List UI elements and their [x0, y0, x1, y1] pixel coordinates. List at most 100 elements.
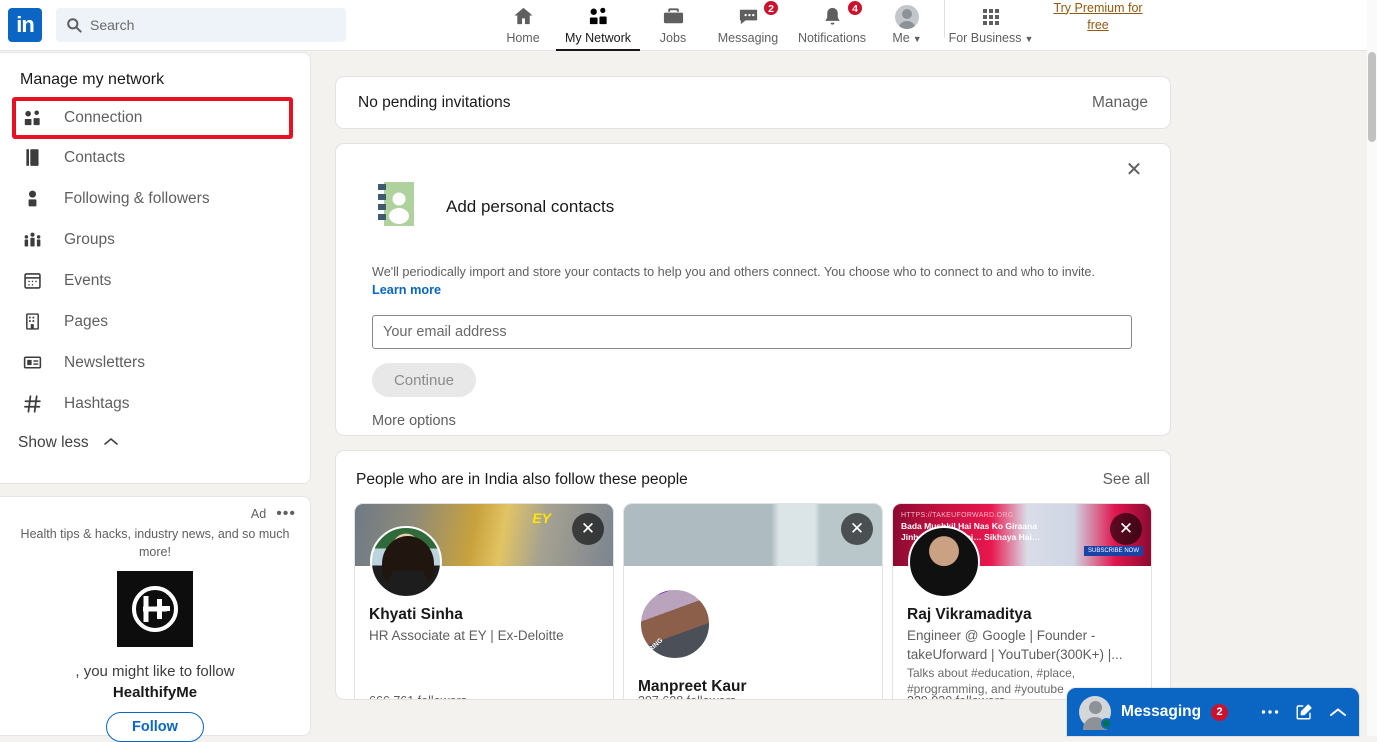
person-icon — [22, 188, 48, 209]
people-card-title: People who are in India also follow thes… — [356, 471, 688, 489]
chevron-up-icon[interactable] — [1329, 707, 1347, 718]
person-avatar — [370, 526, 442, 598]
page-scrollbar[interactable] — [1367, 0, 1377, 736]
nav-divider — [944, 0, 945, 38]
sidebar-label-newsletters: Newsletters — [64, 354, 145, 372]
dismiss-person-icon[interactable]: ✕ — [572, 513, 604, 545]
hashtag-icon — [22, 393, 48, 415]
invitations-status-text: No pending invitations — [358, 94, 511, 112]
ad-label: Ad — [251, 507, 266, 521]
dismiss-person-icon[interactable]: ✕ — [841, 513, 873, 545]
person-name: Khyati Sinha — [369, 606, 599, 624]
sidebar-item-contacts[interactable]: Contacts — [0, 137, 310, 178]
nav-items: Home My Network Jobs — [490, 0, 1153, 51]
sidebar-item-groups[interactable]: Groups — [0, 219, 310, 260]
subscribe-now-badge: SUBSCRIBE NOW — [1084, 546, 1143, 556]
address-book-icon — [372, 178, 424, 235]
follow-button[interactable]: Follow — [106, 712, 204, 742]
add-contacts-description-text: We'll periodically import and store your… — [372, 265, 1095, 279]
messaging-actions — [1261, 703, 1347, 721]
sidebar-item-connection[interactable]: Connection — [14, 99, 291, 137]
nav-item-jobs[interactable]: Jobs — [640, 0, 706, 51]
person-card[interactable]: ✕ Manpreet Kaur Giving out job opportuni… — [623, 503, 883, 700]
sidebar-label-following-followers: Following & followers — [64, 190, 210, 208]
person-avatar — [639, 588, 711, 660]
ellipsis-icon[interactable]: ••• — [276, 509, 296, 519]
nav-item-for-business[interactable]: For Business▼ — [949, 0, 1033, 51]
groups-icon — [22, 229, 48, 250]
messaging-widget[interactable]: Messaging 2 — [1067, 688, 1359, 736]
nav-label-me: Me — [892, 31, 909, 45]
sidebar-label-hashtags: Hashtags — [64, 395, 129, 413]
pending-invitations-card: No pending invitations Manage — [335, 76, 1171, 129]
person-card[interactable]: EY ✕ Khyati Sinha HR Associate at EY | E… — [354, 503, 614, 700]
avatar-icon — [895, 5, 919, 29]
ad-suggestion-prefix: , you might like to follow — [75, 663, 234, 680]
continue-button[interactable]: Continue — [372, 363, 476, 397]
manage-network-sidebar: Manage my network Connection Contacts Fo… — [0, 52, 311, 484]
ey-logo: EY — [532, 510, 551, 526]
newsletter-icon — [22, 352, 48, 373]
nav-item-my-network[interactable]: My Network — [556, 0, 640, 51]
more-options-link[interactable]: More options — [372, 413, 1134, 429]
sidebar-title: Manage my network — [0, 71, 310, 99]
sidebar-label-events: Events — [64, 272, 111, 290]
try-premium-link[interactable]: Try Premium for free — [1043, 0, 1153, 34]
person-card[interactable]: HTTPS://TAKEUFORWARD.ORG Bada Mushkil Ha… — [892, 503, 1152, 700]
people-card-row: EY ✕ Khyati Sinha HR Associate at EY | E… — [350, 503, 1156, 700]
add-contacts-description: We'll periodically import and store your… — [372, 263, 1132, 299]
advertiser-logo[interactable] — [117, 571, 193, 647]
nav-label-jobs: Jobs — [660, 31, 686, 45]
sidebar-item-pages[interactable]: Pages — [0, 301, 310, 342]
nav-label-notifications: Notifications — [798, 31, 866, 45]
person-followers: 666,761 followers — [369, 694, 467, 700]
linkedin-logo[interactable]: in — [8, 8, 42, 42]
briefcase-icon — [662, 5, 685, 29]
search-input[interactable] — [90, 17, 336, 33]
see-all-link[interactable]: See all — [1103, 471, 1150, 489]
sidebar-label-groups: Groups — [64, 231, 115, 249]
messaging-unread-badge: 2 — [1211, 704, 1228, 721]
person-avatar — [908, 526, 980, 598]
person-headline: Engineer @ Google | Founder - takeUforwa… — [907, 626, 1137, 664]
messaging-badge: 2 — [763, 0, 779, 16]
ellipsis-icon[interactable] — [1261, 709, 1279, 715]
sidebar-item-newsletters[interactable]: Newsletters — [0, 342, 310, 383]
nav-item-me[interactable]: Me ▼ — [874, 0, 940, 51]
nav-item-home[interactable]: Home — [490, 0, 556, 51]
sidebar-item-following-followers[interactable]: Following & followers — [0, 178, 310, 219]
nav-item-notifications[interactable]: 4 Notifications — [790, 0, 874, 51]
sidebar-ad-card: Ad ••• Health tips & hacks, industry new… — [0, 496, 311, 736]
notifications-badge: 4 — [847, 0, 863, 16]
ad-suggestion: , you might like to follow HealthifyMe — [14, 661, 296, 703]
email-input[interactable] — [372, 315, 1132, 349]
ad-tagline: Health tips & hacks, industry news, and … — [14, 525, 296, 561]
chevron-down-icon: ▼ — [913, 34, 922, 44]
top-navigation-bar: in Home My Network — [0, 0, 1367, 51]
sidebar-item-hashtags[interactable]: Hashtags — [0, 383, 310, 424]
manage-invitations-link[interactable]: Manage — [1092, 94, 1148, 112]
nav-item-messaging[interactable]: 2 Messaging — [706, 0, 790, 51]
show-less-button[interactable]: Show less — [0, 424, 310, 452]
sidebar-item-events[interactable]: Events — [0, 260, 310, 301]
add-contacts-card: ✕ Add personal contacts We'll periodical… — [335, 143, 1171, 436]
compose-icon[interactable] — [1295, 703, 1313, 721]
ad-header: Ad ••• — [14, 507, 296, 521]
add-contacts-header: Add personal contacts — [372, 178, 1134, 235]
search-box[interactable] — [56, 8, 346, 42]
banner-url-text: HTTPS://TAKEUFORWARD.ORG — [901, 512, 1013, 519]
learn-more-link[interactable]: Learn more — [372, 283, 441, 297]
scrollbar-thumb[interactable] — [1368, 52, 1376, 142]
people-you-may-know-card: People who are in India also follow thes… — [335, 450, 1171, 700]
grid-icon — [983, 5, 999, 29]
search-icon — [66, 17, 82, 33]
add-contacts-title: Add personal contacts — [446, 197, 614, 217]
contacts-book-icon — [22, 147, 48, 168]
dismiss-person-icon[interactable]: ✕ — [1110, 513, 1142, 545]
ad-advertiser-name: HealthifyMe — [113, 684, 197, 701]
nav-label-messaging: Messaging — [718, 31, 778, 45]
people-icon — [587, 5, 610, 29]
sidebar-label-pages: Pages — [64, 313, 108, 331]
building-icon — [22, 311, 48, 332]
close-icon[interactable]: ✕ — [1120, 156, 1148, 184]
